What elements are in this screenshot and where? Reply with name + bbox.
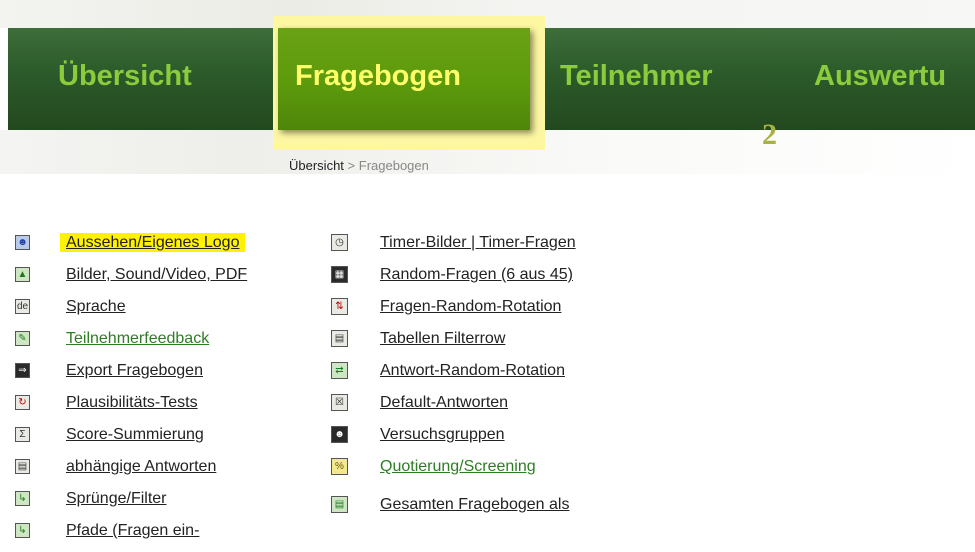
- menu-link-plausibility[interactable]: Plausibilitäts-Tests: [66, 392, 198, 414]
- rotation-icon: ⇅: [331, 298, 348, 315]
- tab-participants[interactable]: Teilnehmer: [560, 28, 713, 130]
- default-answer-icon: ☒: [331, 394, 348, 411]
- dependent-answers-icon: ▤: [15, 459, 30, 474]
- menu-link-score[interactable]: Score-Summierung: [66, 424, 204, 446]
- breadcrumb: Übersicht > Fragebogen: [289, 158, 429, 173]
- jump-filter-icon: ↳: [15, 491, 30, 506]
- menu-link-timer-images[interactable]: Timer-Bilder: [380, 234, 467, 251]
- menu-link-table-filter[interactable]: Tabellen Filterrow: [380, 328, 505, 350]
- menu-link-question-rotation[interactable]: Fragen-Random-Rotation: [380, 296, 561, 318]
- image-icon: ▲: [15, 267, 30, 282]
- timer-icon: ◷: [331, 234, 348, 251]
- plausibility-icon: ↻: [15, 395, 30, 410]
- tab-questionnaire-label: Fragebogen: [295, 60, 461, 92]
- sigma-icon: Σ: [15, 427, 30, 442]
- answer-rotation-icon: ⇄: [331, 362, 348, 379]
- percent-icon: %: [331, 458, 348, 475]
- export-icon: ⇒: [15, 363, 30, 378]
- menu-link-random-questions[interactable]: Random-Fragen (6 aus 45): [380, 264, 573, 286]
- tab-evaluation[interactable]: Auswertu: [814, 28, 946, 130]
- menu-link-dependent[interactable]: abhängige Antworten: [66, 456, 216, 478]
- annotation-marker: 2: [762, 118, 777, 151]
- menu-link-paths[interactable]: Pfade (Fragen ein-: [66, 520, 199, 542]
- menu-link-feedback[interactable]: Teilnehmerfeedback: [66, 328, 209, 350]
- breadcrumb-home[interactable]: Übersicht: [289, 158, 344, 173]
- groups-icon: ☻: [331, 426, 348, 443]
- path-icon: ↳: [15, 523, 30, 538]
- menu-link-media[interactable]: Bilder, Sound/Video, PDF: [66, 264, 247, 286]
- viewport-bottom-edge: [0, 543, 975, 551]
- menu-link-jumps[interactable]: Sprünge/Filter: [66, 488, 167, 510]
- menu-link-export[interactable]: Export Fragebogen: [66, 360, 203, 382]
- tab-overview[interactable]: Übersicht: [58, 28, 192, 130]
- menu-link-language[interactable]: Sprache: [66, 296, 126, 318]
- feedback-icon: ✎: [15, 331, 30, 346]
- menu-link-timer-divider: |: [466, 234, 480, 251]
- breadcrumb-current: Fragebogen: [358, 158, 429, 173]
- menu-link-timer-questions[interactable]: Timer-Fragen: [479, 234, 575, 251]
- menu-link-timer: Timer-Bilder | Timer-Fragen: [380, 232, 576, 254]
- menu-link-duplicate[interactable]: Gesamten Fragebogen als: [380, 494, 569, 516]
- person-icon: ☻: [15, 235, 30, 250]
- table-filter-icon: ▤: [331, 330, 348, 347]
- menu-link-answer-rotation[interactable]: Antwort-Random-Rotation: [380, 360, 565, 382]
- breadcrumb-separator: >: [343, 158, 359, 173]
- film-icon: ▦: [331, 266, 348, 283]
- menu-link-appearance[interactable]: Aussehen/Eigenes Logo: [60, 232, 246, 254]
- menu-link-groups[interactable]: Versuchsgruppen: [380, 424, 505, 446]
- menu-link-appearance-text: Aussehen/Eigenes Logo: [60, 233, 246, 252]
- menu-link-default-answers[interactable]: Default-Antworten: [380, 392, 508, 414]
- menu-link-quota[interactable]: Quotierung/Screening: [380, 456, 536, 478]
- language-de-icon: de: [15, 299, 30, 314]
- duplicate-icon: ▤: [331, 496, 348, 513]
- tab-questionnaire[interactable]: Fragebogen: [278, 28, 530, 130]
